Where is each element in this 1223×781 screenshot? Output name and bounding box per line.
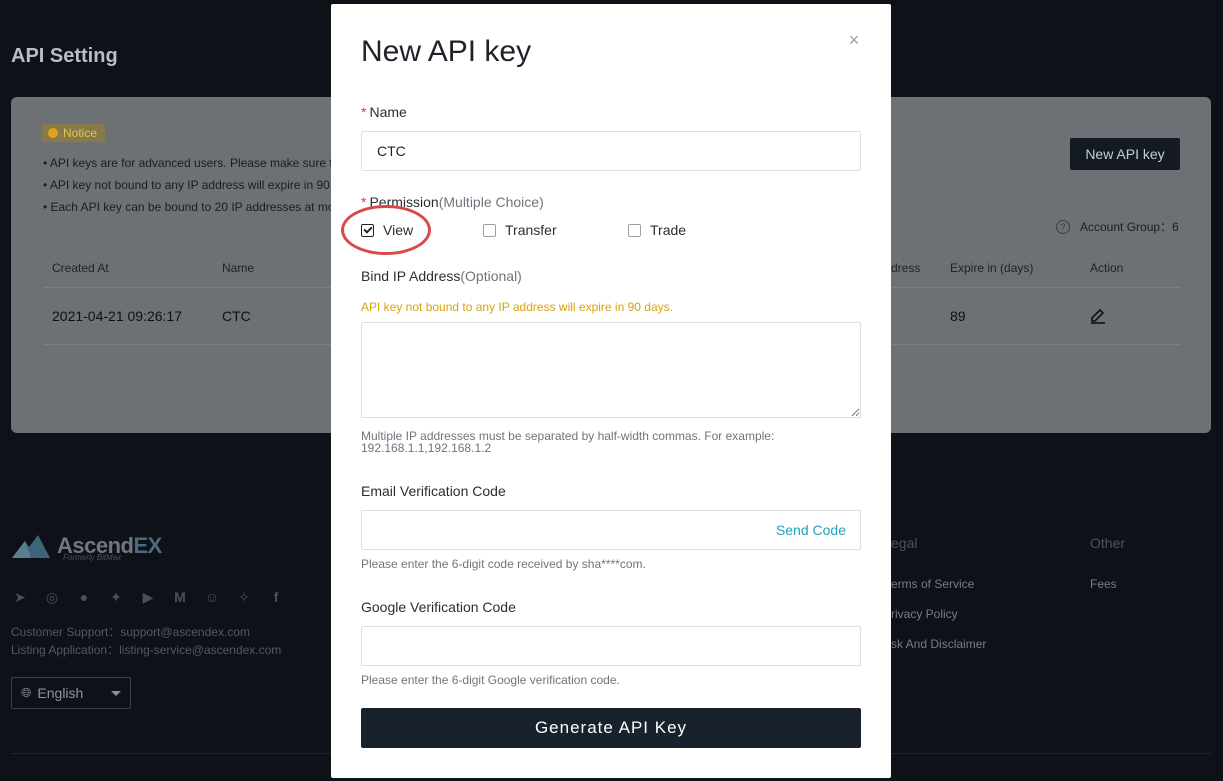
permission-trade-checkbox[interactable]: Trade [628,222,686,238]
youtube-icon[interactable]: ▶ [139,588,157,606]
ip-format-example: 192.168.1.1,192.168.1.2 [361,441,492,455]
permission-transfer-checkbox[interactable]: Transfer [483,222,628,238]
notice-label: Notice [63,126,98,140]
checkbox-unchecked-icon[interactable] [483,223,496,237]
wechat-icon[interactable]: ● [75,588,93,606]
listing-application[interactable]: Listing Application：listing-service@asce… [11,641,281,658]
notice-icon [48,128,58,138]
ip-address-textarea[interactable] [361,322,861,418]
facebook-icon[interactable]: f [267,588,285,606]
column-header-name: Name [222,261,255,275]
name-input[interactable] [361,131,861,171]
google-code-hint: Please enter the 6-digit Google verifica… [361,673,620,687]
email-code-hint: Please enter the 6-digit code received b… [361,557,646,571]
telegram-icon[interactable]: ➤ [11,588,29,606]
account-group: ? Account Group：6 [1056,218,1179,235]
medium-icon[interactable]: M [171,588,189,606]
language-value: English [37,685,84,701]
discord-icon[interactable]: ✧ [235,588,253,606]
column-header-ip-address: dress [891,261,921,275]
page-title: API Setting [11,45,118,67]
column-header-action: Action [1090,261,1124,275]
notice-badge: Notice [42,124,106,142]
checkbox-unchecked-icon[interactable] [628,223,641,237]
footer-other-title: Other [1090,535,1126,551]
permission-transfer-label: Transfer [505,222,557,238]
cell-name: CTC [222,308,251,324]
notice-line: • Each API key can be bound to 20 IP add… [43,200,335,214]
column-header-created-at: Created At [52,261,109,275]
new-api-key-modal: New API key × *Name *Permission(Multiple… [331,4,891,778]
footer-link-fees[interactable]: Fees [1090,577,1117,591]
footer-legal-title: egal [891,535,918,551]
footer-link-risk[interactable]: sk And Disclaimer [891,637,986,651]
required-marker: * [361,104,367,120]
email-code-label: Email Verification Code [361,483,506,499]
edit-icon[interactable] [1089,306,1107,324]
social-links: ➤ ◎ ● ✦ ▶ M ☺ ✧ f [11,588,285,606]
permission-trade-label: Trade [650,222,687,238]
ip-expiry-warning: API key not bound to any IP address will… [361,300,673,314]
close-icon[interactable]: × [846,31,862,49]
brand-subtitle: Formerly BitMax [63,553,122,562]
notice-line: • API key not bound to any IP address wi… [43,178,330,192]
account-group-label: Account Group：6 [1080,220,1179,234]
chevron-down-icon [111,690,121,696]
cell-created-at: 2021-04-21 09:26:17 [52,308,182,324]
globe-icon: 🌐︎ [21,685,32,700]
generate-api-key-button[interactable]: Generate API Key [361,708,861,748]
modal-title: New API key [361,35,532,68]
name-label: * Name [361,104,407,120]
bind-ip-label: Bind IP Address(Optional) [361,268,522,284]
logo-icon [12,535,50,558]
footer-link-terms[interactable]: erms of Service [891,577,974,591]
reddit-icon[interactable]: ☺ [203,588,221,606]
weibo-icon[interactable]: ◎ [43,588,61,606]
new-api-key-button[interactable]: New API key [1070,138,1180,170]
help-icon[interactable]: ? [1056,219,1070,234]
language-select[interactable]: 🌐︎ English [11,677,131,709]
twitter-icon[interactable]: ✦ [107,588,125,606]
send-code-button[interactable]: Send Code [776,522,846,538]
google-code-label: Google Verification Code [361,599,516,615]
google-code-input[interactable] [361,626,861,666]
footer-link-privacy[interactable]: rivacy Policy [891,607,958,621]
cell-expire: 89 [950,308,966,324]
customer-support[interactable]: Customer Support：support@ascendex.com [11,623,250,640]
notice-line: • API keys are for advanced users. Pleas… [43,156,333,170]
column-header-expire: Expire in (days) [950,261,1034,275]
highlight-circle [341,205,431,255]
email-code-field[interactable]: Send Code [361,510,861,550]
